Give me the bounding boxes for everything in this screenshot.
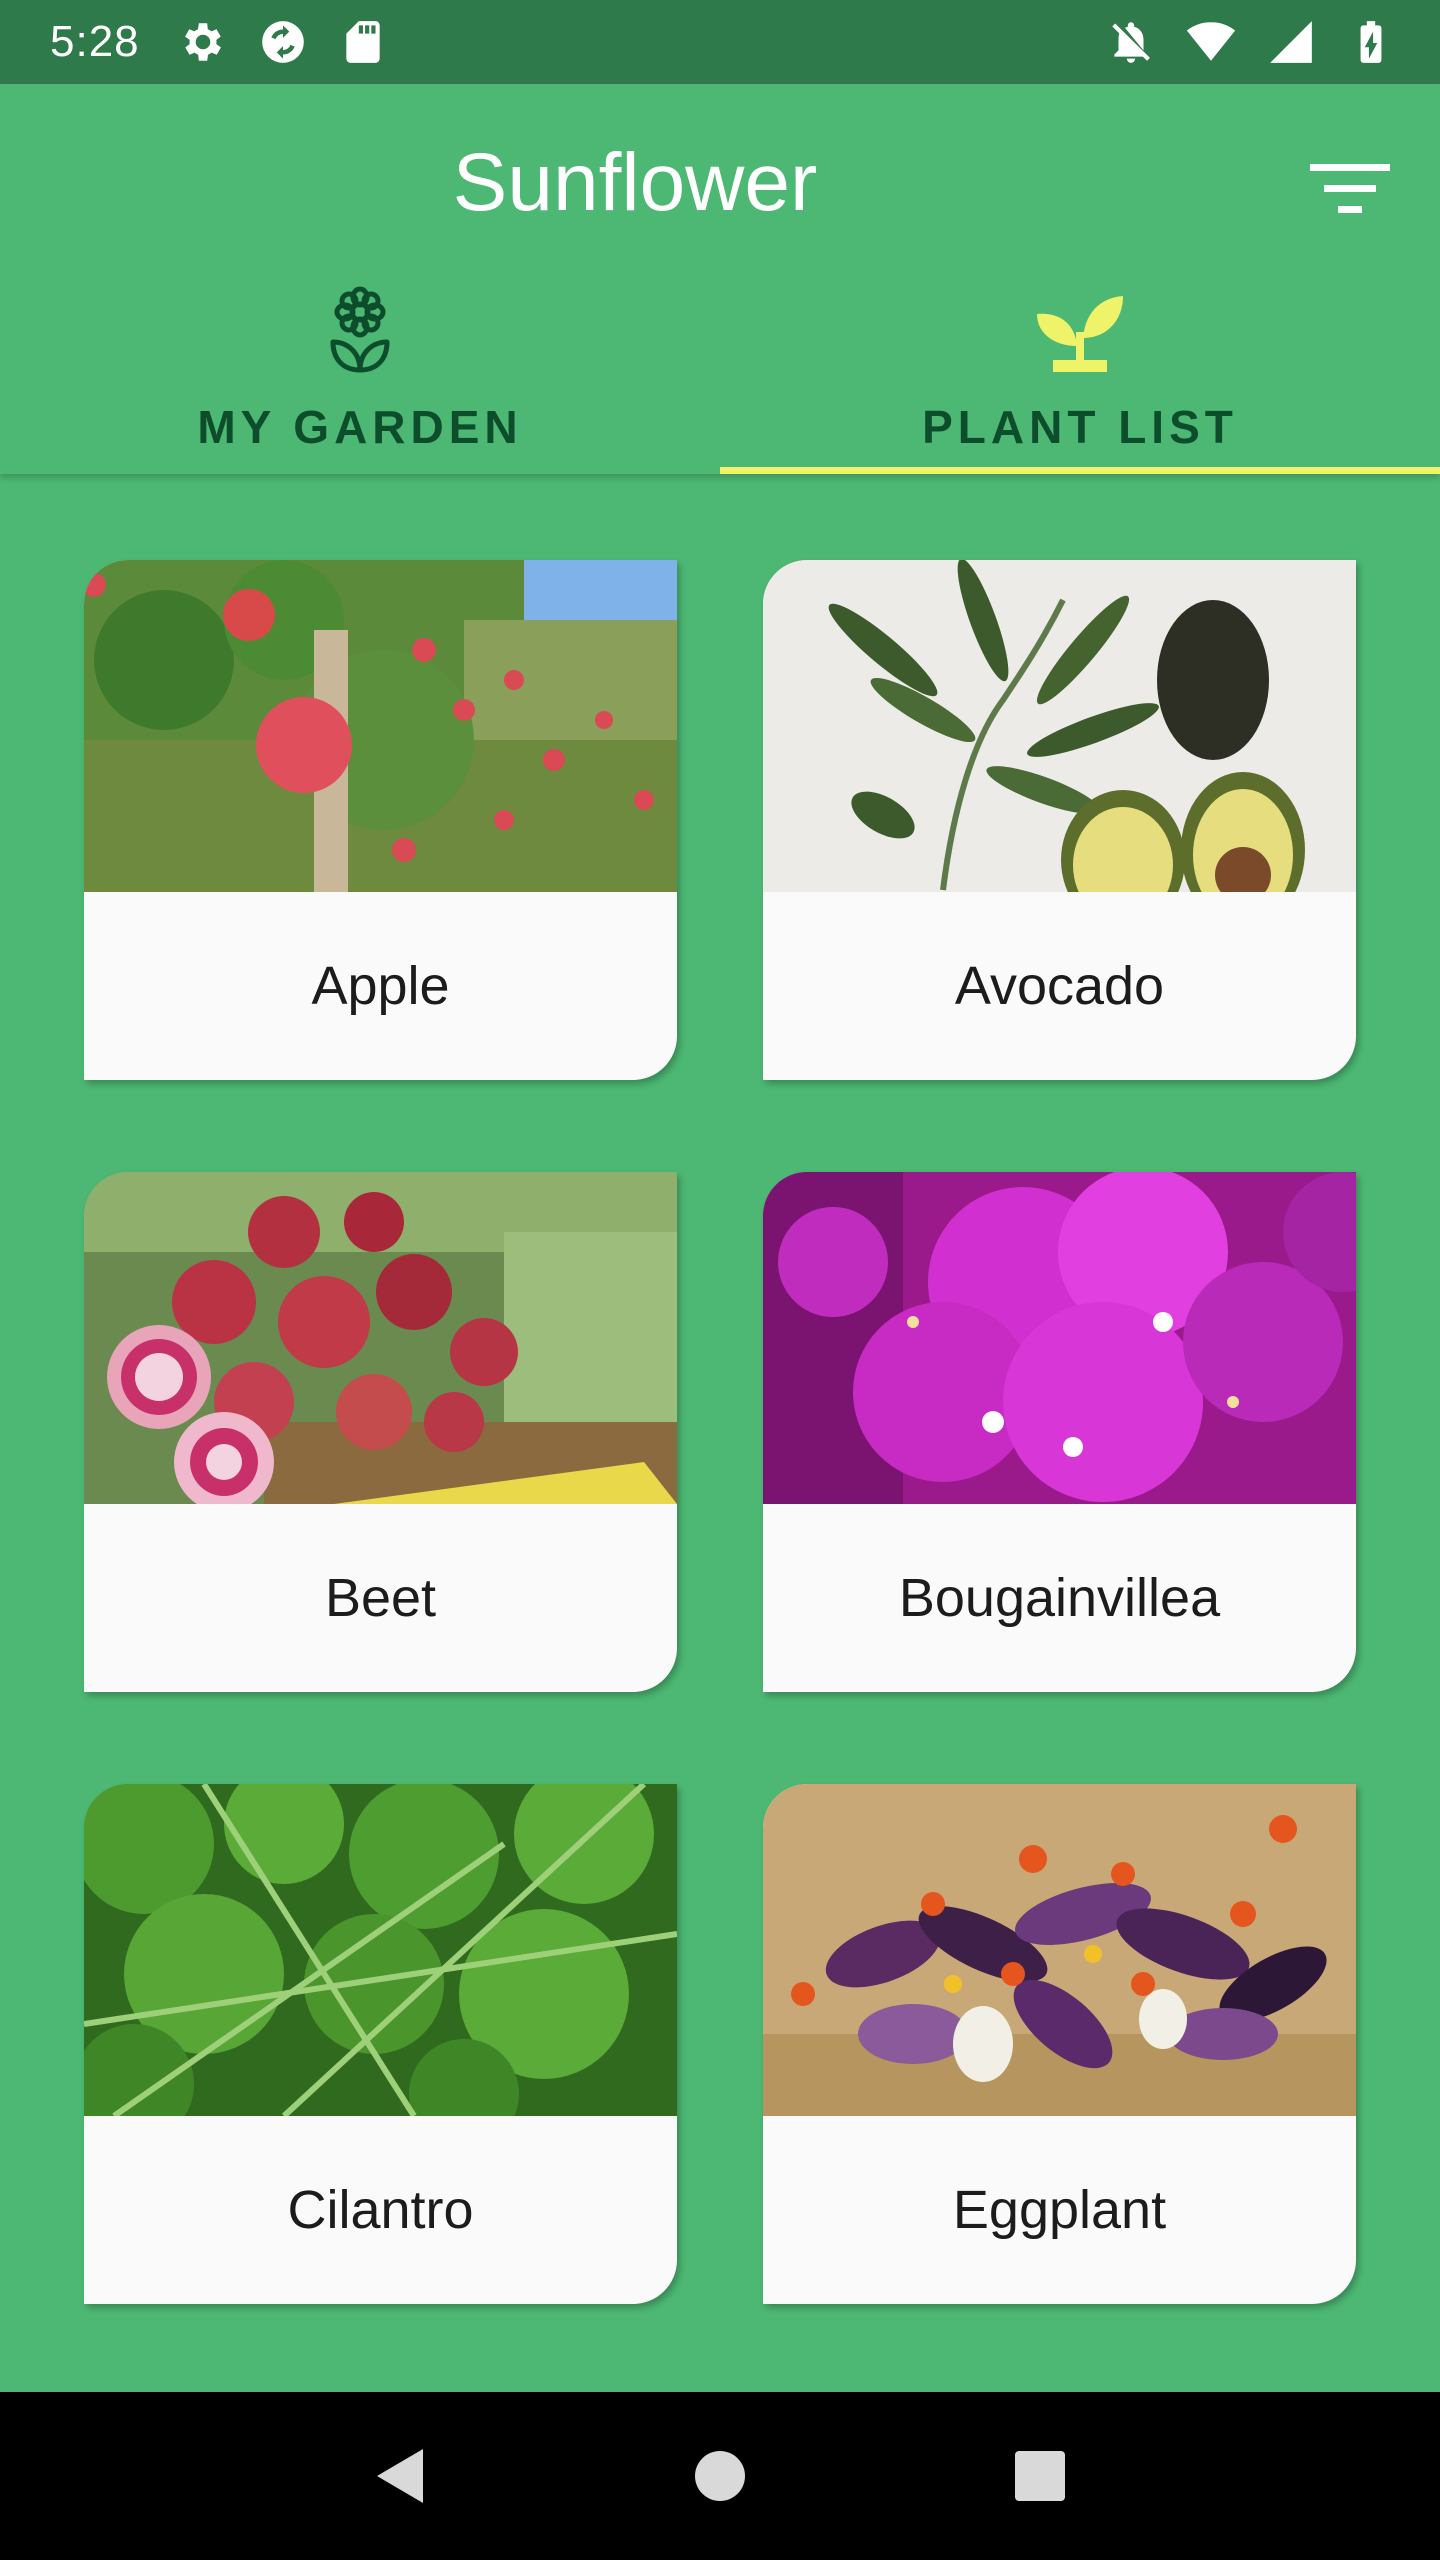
plant-name: Beet [324, 1568, 437, 1628]
plant-image-cilantro [84, 1784, 677, 2116]
back-icon [377, 2449, 423, 2503]
plant-card-beet[interactable]: Beet [84, 1172, 677, 1692]
plant-card-avocado[interactable]: Avocado [763, 560, 1356, 1080]
navigation-bar [0, 2392, 1440, 2560]
battery-charging-icon [1346, 17, 1396, 67]
plant-card-bougainvillea[interactable]: Bougainvillea [763, 1172, 1356, 1692]
tab-label-plant-list: PLANT LIST [922, 401, 1238, 453]
filter-button[interactable] [1310, 154, 1390, 224]
plant-name: Bougainvillea [898, 1568, 1221, 1628]
filter-list-icon [1310, 164, 1390, 213]
back-button[interactable] [365, 2441, 435, 2511]
plant-name: Eggplant [952, 2180, 1167, 2240]
plant-card-eggplant[interactable]: Eggplant [763, 1784, 1356, 2304]
home-icon [695, 2451, 745, 2501]
plant-image-avocado [763, 560, 1356, 892]
settings-icon [178, 17, 228, 67]
home-button[interactable] [685, 2441, 755, 2511]
plant-image-eggplant [763, 1784, 1356, 2116]
tab-indicator [720, 467, 1440, 474]
notifications-off-icon [1106, 17, 1156, 67]
app-title: Sunflower [452, 137, 818, 228]
plant-image-bougainvillea [763, 1172, 1356, 1504]
flower-icon [315, 284, 405, 374]
sync-icon [258, 17, 308, 67]
signal-icon [1266, 17, 1316, 67]
recents-button[interactable] [1005, 2441, 1075, 2511]
wifi-icon [1186, 17, 1236, 67]
status-right [1106, 17, 1396, 67]
tab-my-garden[interactable]: MY GARDEN [0, 284, 720, 474]
plant-image-apple [84, 560, 677, 892]
plant-grid: Apple Avocado Beet Bougainvillea Cilantr… [84, 560, 1356, 2304]
plant-name: Avocado [954, 956, 1165, 1016]
sd-card-icon [338, 17, 388, 67]
sprout-icon [1035, 284, 1125, 374]
app-bar: Sunflower MY GARDEN PLANT LIST [0, 84, 1440, 474]
status-left: 5:28 [50, 17, 388, 67]
status-bar: 5:28 [0, 0, 1440, 84]
plant-name: Cilantro [287, 2180, 474, 2240]
plant-card-cilantro[interactable]: Cilantro [84, 1784, 677, 2304]
tab-label-my-garden: MY GARDEN [197, 401, 523, 453]
recents-icon [1015, 2451, 1065, 2501]
plant-name: Apple [311, 956, 450, 1016]
status-time: 5:28 [50, 17, 140, 66]
tab-plant-list[interactable]: PLANT LIST [720, 284, 1440, 474]
plant-image-beet [84, 1172, 677, 1504]
plant-card-apple[interactable]: Apple [84, 560, 677, 1080]
